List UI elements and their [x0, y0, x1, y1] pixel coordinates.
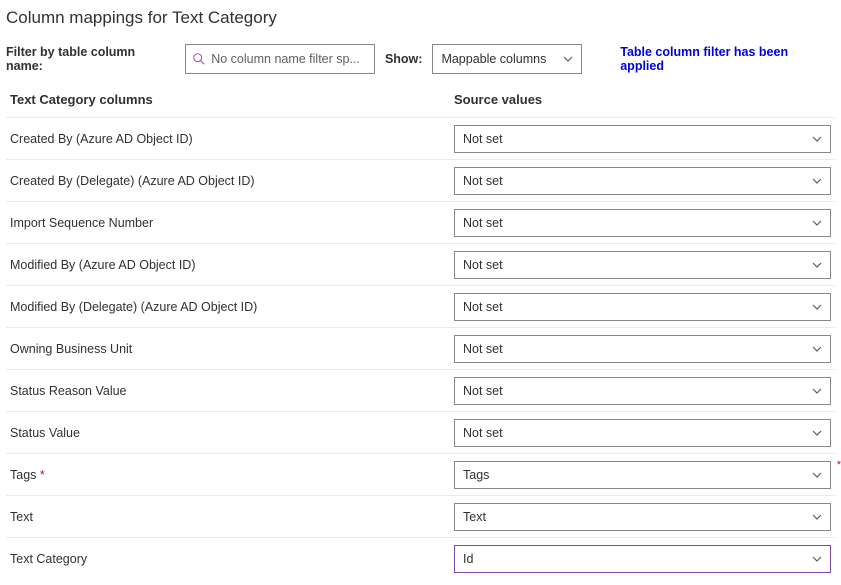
mapping-row: Text Text	[6, 495, 835, 537]
column-label: Owning Business Unit	[10, 342, 454, 356]
chevron-down-icon	[812, 470, 822, 480]
mapping-row: Created By (Delegate) (Azure AD Object I…	[6, 159, 835, 201]
source-value-text: Not set	[463, 258, 503, 272]
column-label: Text Category	[10, 552, 454, 566]
required-indicator: *	[36, 468, 44, 482]
mapping-row: Text Category Id	[6, 537, 835, 579]
chevron-down-icon	[812, 428, 822, 438]
chevron-down-icon	[563, 54, 573, 64]
source-value-text: Not set	[463, 342, 503, 356]
chevron-down-icon	[812, 302, 822, 312]
chevron-down-icon	[812, 218, 822, 228]
chevron-down-icon	[812, 176, 822, 186]
mapping-row: Status Value Not set	[6, 411, 835, 453]
source-value-select[interactable]: Not set	[454, 167, 831, 195]
source-value-text: Text	[463, 510, 486, 524]
source-value-text: Not set	[463, 216, 503, 230]
header-source-values: Source values	[454, 92, 831, 107]
mapping-row: Modified By (Delegate) (Azure AD Object …	[6, 285, 835, 327]
source-value-text: Not set	[463, 426, 503, 440]
search-icon	[192, 52, 206, 66]
source-value-text: Not set	[463, 174, 503, 188]
mapping-row: Status Reason Value Not set	[6, 369, 835, 411]
source-value-select[interactable]: Not set	[454, 125, 831, 153]
mapping-row: Import Sequence Number Not set	[6, 201, 835, 243]
source-value-text: Tags	[463, 468, 489, 482]
filter-applied-message: Table column filter has been applied	[620, 45, 835, 73]
source-value-select[interactable]: Not set	[454, 293, 831, 321]
source-value-text: Not set	[463, 384, 503, 398]
column-label: Status Reason Value	[10, 384, 454, 398]
chevron-down-icon	[812, 386, 822, 396]
mapping-row: Modified By (Azure AD Object ID) Not set	[6, 243, 835, 285]
page-title: Column mappings for Text Category	[6, 8, 835, 28]
show-select-value: Mappable columns	[441, 52, 546, 66]
source-value-select[interactable]: Tags	[454, 461, 831, 489]
mapping-row: Owning Business Unit Not set	[6, 327, 835, 369]
column-label: Text	[10, 510, 454, 524]
filter-input-wrap[interactable]	[185, 44, 375, 74]
column-label: Created By (Azure AD Object ID)	[10, 132, 454, 146]
column-label: Tags *	[10, 468, 454, 482]
show-select[interactable]: Mappable columns	[432, 44, 582, 74]
chevron-down-icon	[812, 260, 822, 270]
source-value-select[interactable]: Id	[454, 545, 831, 573]
header-columns: Text Category columns	[10, 92, 454, 107]
chevron-down-icon	[812, 134, 822, 144]
column-label: Modified By (Azure AD Object ID)	[10, 258, 454, 272]
chevron-down-icon	[812, 554, 822, 564]
mapping-row: Tags * Tags	[6, 453, 835, 495]
required-indicator: *	[837, 459, 841, 471]
chevron-down-icon	[812, 344, 822, 354]
filter-bar: Filter by table column name: Show: Mappa…	[6, 44, 835, 74]
source-value-select[interactable]: Not set	[454, 335, 831, 363]
table-headers: Text Category columns Source values	[6, 92, 835, 117]
column-label: Created By (Delegate) (Azure AD Object I…	[10, 174, 454, 188]
source-value-select[interactable]: Not set	[454, 377, 831, 405]
mapping-rows: Created By (Azure AD Object ID)Not setCr…	[6, 117, 835, 579]
chevron-down-icon	[812, 512, 822, 522]
source-value-text: Id	[463, 552, 473, 566]
column-label: Modified By (Delegate) (Azure AD Object …	[10, 300, 454, 314]
mapping-row: Created By (Azure AD Object ID) Not set	[6, 117, 835, 159]
source-value-text: Not set	[463, 132, 503, 146]
column-label: Status Value	[10, 426, 454, 440]
source-value-select[interactable]: Not set	[454, 209, 831, 237]
show-label: Show:	[385, 52, 423, 66]
source-value-select[interactable]: Not set	[454, 419, 831, 447]
source-value-select[interactable]: Not set	[454, 251, 831, 279]
filter-label: Filter by table column name:	[6, 45, 175, 73]
column-name-filter-input[interactable]	[211, 52, 368, 66]
source-value-text: Not set	[463, 300, 503, 314]
source-value-select[interactable]: Text	[454, 503, 831, 531]
column-label: Import Sequence Number	[10, 216, 454, 230]
